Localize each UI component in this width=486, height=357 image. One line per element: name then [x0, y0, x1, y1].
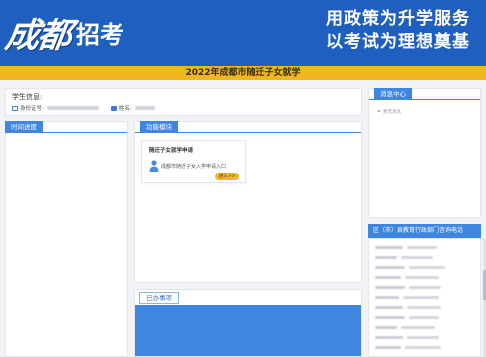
slogan-line-1: 用政策为升学服务 [326, 9, 470, 29]
tab-message-center[interactable]: 消息中心 [374, 88, 412, 100]
function-card-enrollment[interactable]: 随迁子女就学申请 成都市随迁子女入学申请入口 进入>> [141, 140, 246, 183]
message-center-panel: 消息中心 暂无消息 [368, 88, 481, 218]
header-slogan: 用政策为升学服务 以考试为理想奠基 [326, 8, 470, 54]
phone-row-redacted [375, 285, 441, 289]
phone-row-redacted [375, 245, 437, 249]
person-icon [149, 160, 159, 172]
user-icon [110, 105, 117, 111]
phone-row-redacted [375, 295, 439, 299]
consult-phone-list [368, 238, 481, 357]
banner-title: 2022年成都市随迁子女就学 [0, 66, 486, 80]
id-card-icon [12, 105, 18, 111]
student-info-title: 学生信息: [12, 93, 43, 101]
site-header: 成都 招考 用政策为升学服务 以考试为理想奠基 [0, 0, 486, 66]
site-logo[interactable]: 成都 招考 [2, 4, 124, 60]
phone-row-redacted [375, 335, 439, 339]
consult-phone-header: 区（市）县教育行政部门咨询电话 [368, 224, 481, 238]
name-label: 姓名: [118, 106, 132, 112]
id-number-value-redacted [46, 106, 99, 110]
phone-row-redacted [375, 265, 445, 269]
tab-done-items[interactable]: 已办事项 [139, 292, 179, 304]
message-list-item[interactable]: 暂无消息 [378, 109, 401, 115]
phone-row-redacted [375, 275, 439, 279]
function-panel: 功能模块 随迁子女就学申请 成都市随迁子女入学申请入口 进入>> [134, 121, 362, 283]
student-info-row: 身份证号: 姓名: [12, 104, 155, 112]
tab-timeline[interactable]: 时间进度 [5, 121, 43, 133]
enter-button[interactable]: 进入>> [215, 173, 239, 180]
logo-exam-text: 招考 [76, 20, 124, 49]
slogan-line-2: 以考试为理想奠基 [326, 32, 470, 52]
phone-row-redacted [375, 305, 441, 309]
phone-row-redacted [375, 315, 439, 319]
function-card-title: 随迁子女就学申请 [149, 148, 194, 154]
phone-row-redacted [375, 345, 441, 349]
phone-row-redacted [375, 255, 433, 259]
function-card-entry-text: 成都市随迁子女入学申请入口 [161, 164, 227, 170]
logo-city-text: 成都 [2, 15, 73, 56]
phone-row-redacted [375, 325, 435, 329]
tab-function-modules[interactable]: 功能模块 [140, 121, 178, 133]
done-items-content [135, 305, 361, 356]
name-value-redacted [134, 106, 155, 110]
student-info-card: 学生信息: 身份证号: 姓名: [5, 88, 362, 116]
id-number-label: 身份证号: [20, 106, 44, 112]
done-items-panel: 已办事项 [134, 289, 362, 357]
timeline-panel: 时间进度 [5, 121, 128, 357]
